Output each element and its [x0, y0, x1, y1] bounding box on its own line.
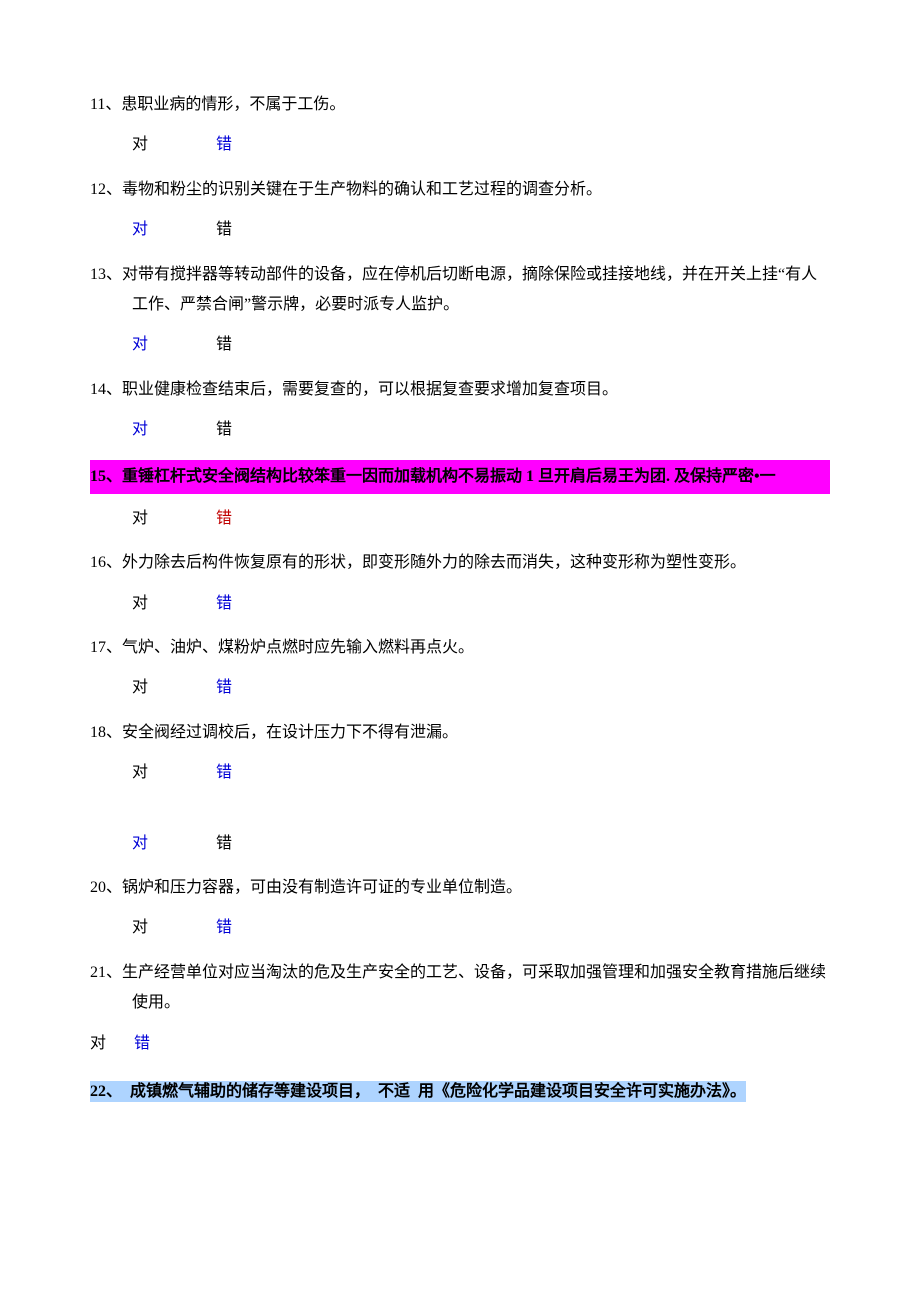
question-15: 15、重锤杠杆式安全阀结构比较笨重一因而加载机构不易振动 1 旦开肩后易王为团.…: [90, 460, 830, 535]
question-number: 16、: [90, 554, 122, 571]
question-stem-part1: 成镇燃气辅助的储存等建设项目，: [130, 1083, 370, 1100]
answer-row: 对 错: [90, 504, 830, 534]
answer-row: 对 错: [90, 330, 830, 360]
answer-row: 对 错: [90, 415, 830, 445]
answer-false: 错: [216, 415, 296, 445]
question-text: 12、毒物和粉尘的识别关键在于生产物料的确认和工艺过程的调查分析。: [90, 175, 830, 205]
question-stem: 安全阀经过调校后，在设计压力下不得有泄漏。: [122, 724, 458, 741]
answer-row: 对 错: [90, 913, 830, 943]
answer-true: 对: [132, 330, 212, 360]
answer-false: 错: [216, 673, 296, 703]
question-text-highlighted: 15、重锤杠杆式安全阀结构比较笨重一因而加载机构不易振动 1 旦开肩后易王为团.…: [90, 460, 830, 494]
answer-true: 对: [132, 215, 212, 245]
answer-true: 对: [132, 758, 212, 788]
question-16: 16、外力除去后构件恢复原有的形状，即变形随外力的除去而消失，这种变形称为塑性变…: [90, 548, 830, 619]
question-12: 12、毒物和粉尘的识别关键在于生产物料的确认和工艺过程的调查分析。 对 错: [90, 175, 830, 246]
question-stem: 锅炉和压力容器，可由没有制造许可证的专业单位制造。: [122, 879, 522, 896]
question-stem: 职业健康检查结束后，需要复查的，可以根据复查要求增加复查项目。: [122, 381, 618, 398]
question-11: 11、患职业病的情形，不属于工伤。 对 错: [90, 90, 830, 161]
answer-row: 对 错: [90, 829, 830, 859]
answer-false: 错: [216, 913, 296, 943]
answer-true: 对: [132, 673, 212, 703]
question-stem: 生产经营单位对应当淘汰的危及生产安全的工艺、设备，可采取加强管理和加强安全教育措…: [122, 964, 826, 1011]
question-18: 18、安全阀经过调校后，在设计压力下不得有泄漏。 对 错: [90, 718, 830, 789]
question-text: 17、气炉、油炉、煤粉炉点燃时应先输入燃料再点火。: [90, 633, 830, 663]
question-stem: 重锤杠杆式安全阀结构比较笨重一因而加载机构不易振动 1 旦开肩后易王为团. 及保…: [122, 468, 776, 485]
answer-row: 对 错: [90, 1029, 830, 1059]
question-stem: 毒物和粉尘的识别关键在于生产物料的确认和工艺过程的调查分析。: [122, 181, 602, 198]
answer-true: 对: [90, 1029, 130, 1059]
answer-row: 对 错: [90, 130, 830, 160]
question-number: 18、: [90, 724, 122, 741]
answer-false: 错: [216, 758, 296, 788]
question-text: 14、职业健康检查结束后，需要复查的，可以根据复查要求增加复查项目。: [90, 375, 830, 405]
answer-false: 错: [216, 829, 296, 859]
question-text: 21、生产经营单位对应当淘汰的危及生产安全的工艺、设备，可采取加强管理和加强安全…: [90, 958, 830, 1019]
answer-true: 对: [132, 504, 212, 534]
question-19: 对 错: [90, 829, 830, 859]
answer-false: 错: [216, 589, 296, 619]
question-number: 17、: [90, 639, 122, 656]
question-stem: 患职业病的情形，不属于工伤。: [121, 96, 345, 113]
question-stem: 对带有搅拌器等转动部件的设备，应在停机后切断电源，摘除保险或挂接地线，并在开关上…: [122, 266, 817, 313]
answer-false: 错: [216, 130, 296, 160]
answer-false: 错: [216, 330, 296, 360]
question-number: 22、: [90, 1083, 122, 1100]
question-21: 21、生产经营单位对应当淘汰的危及生产安全的工艺、设备，可采取加强管理和加强安全…: [90, 958, 830, 1059]
question-stem-part2: 不适: [378, 1083, 410, 1100]
question-text-highlighted: 22、 成镇燃气辅助的储存等建设项目， 不适 用《危险化学品建设项目安全许可实施…: [90, 1081, 746, 1102]
question-text: 13、对带有搅拌器等转动部件的设备，应在停机后切断电源，摘除保险或挂接地线，并在…: [90, 260, 830, 321]
answer-false: 错: [216, 215, 296, 245]
question-number: 12、: [90, 181, 122, 198]
question-number: 13、: [90, 266, 122, 283]
answer-row: 对 错: [90, 589, 830, 619]
question-number: 21、: [90, 964, 122, 981]
question-text: 20、锅炉和压力容器，可由没有制造许可证的专业单位制造。: [90, 873, 830, 903]
question-20: 20、锅炉和压力容器，可由没有制造许可证的专业单位制造。 对 错: [90, 873, 830, 944]
answer-true: 对: [132, 589, 212, 619]
question-number: 20、: [90, 879, 122, 896]
question-stem-part3: 用《危险化学品建设项目安全许可实施办法》。: [418, 1083, 746, 1100]
question-17: 17、气炉、油炉、煤粉炉点燃时应先输入燃料再点火。 对 错: [90, 633, 830, 704]
answer-row: 对 错: [90, 673, 830, 703]
question-number: 15、: [90, 468, 122, 485]
answer-true: 对: [132, 415, 212, 445]
answer-false: 错: [134, 1029, 214, 1059]
answer-false: 错: [216, 504, 296, 534]
question-text: 11、患职业病的情形，不属于工伤。: [90, 90, 830, 120]
question-text: 16、外力除去后构件恢复原有的形状，即变形随外力的除去而消失，这种变形称为塑性变…: [90, 548, 830, 578]
document-page: 11、患职业病的情形，不属于工伤。 对 错 12、毒物和粉尘的识别关键在于生产物…: [0, 0, 920, 1181]
question-stem: 气炉、油炉、煤粉炉点燃时应先输入燃料再点火。: [122, 639, 474, 656]
answer-row: 对 错: [90, 215, 830, 245]
answer-true: 对: [132, 829, 212, 859]
question-number: 11、: [90, 96, 121, 113]
question-22: 22、 成镇燃气辅助的储存等建设项目， 不适 用《危险化学品建设项目安全许可实施…: [90, 1077, 830, 1107]
answer-row: 对 错: [90, 758, 830, 788]
question-text: 18、安全阀经过调校后，在设计压力下不得有泄漏。: [90, 718, 830, 748]
answer-true: 对: [132, 130, 212, 160]
question-14: 14、职业健康检查结束后，需要复查的，可以根据复查要求增加复查项目。 对 错: [90, 375, 830, 446]
answer-true: 对: [132, 913, 212, 943]
question-13: 13、对带有搅拌器等转动部件的设备，应在停机后切断电源，摘除保险或挂接地线，并在…: [90, 260, 830, 361]
question-stem: 外力除去后构件恢复原有的形状，即变形随外力的除去而消失，这种变形称为塑性变形。: [122, 554, 746, 571]
question-number: 14、: [90, 381, 122, 398]
